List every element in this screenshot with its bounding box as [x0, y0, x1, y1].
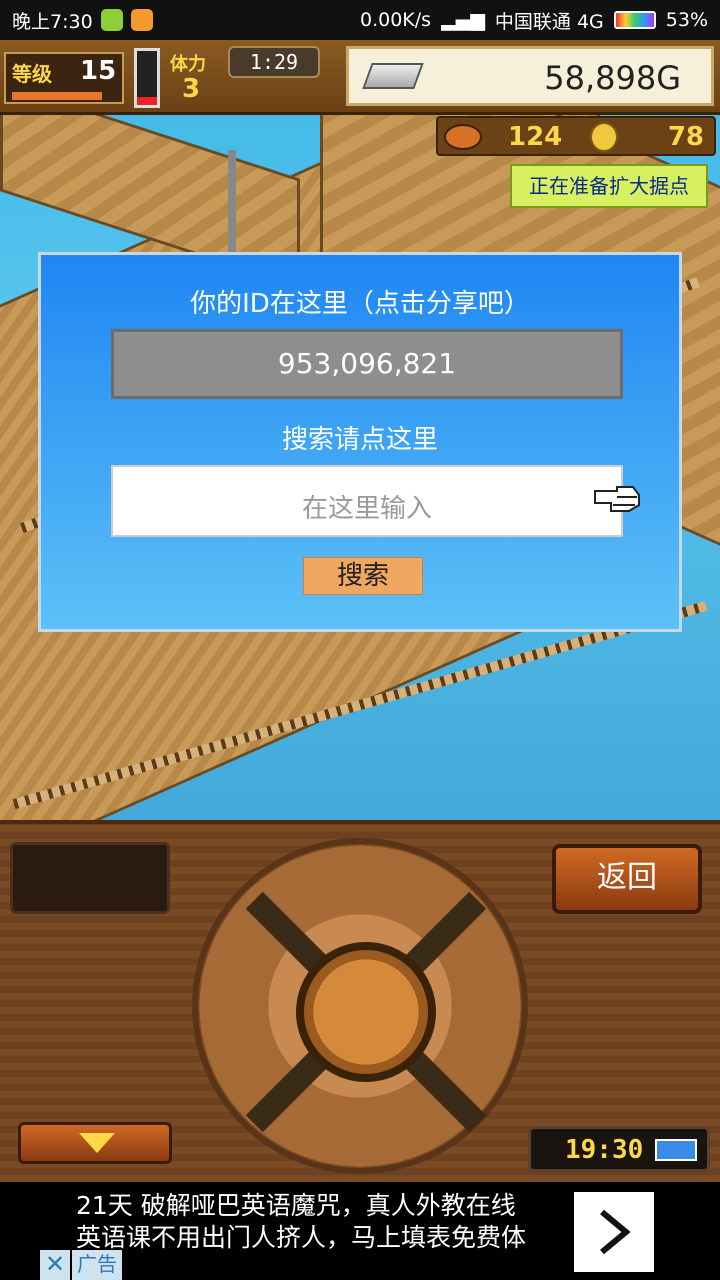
stamina-label: 体力 [170, 54, 206, 75]
carrier-label: 中国联通 4G [494, 10, 604, 33]
search-hint: 搜索请点这里 [281, 425, 438, 455]
status-time: 晚上7:30 [12, 10, 93, 33]
battery-icon [655, 1139, 697, 1161]
top-hud: 等级 15 体力 3 1:29 58,898G [0, 40, 720, 115]
level-panel: 等级 15 [4, 52, 124, 104]
search-input[interactable] [111, 465, 623, 537]
chat-notification-icon [130, 9, 153, 31]
network-speed: 0.00K/s [359, 9, 432, 31]
menu-down-button[interactable] [18, 1122, 172, 1164]
stamina-gauge [134, 48, 160, 108]
level-value: 15 [80, 56, 117, 86]
ad-tag-label: 广告 [72, 1250, 122, 1280]
level-label: 等级 [12, 62, 52, 86]
empty-slot [10, 842, 170, 914]
stamina-timer: 1:29 [228, 46, 320, 78]
game-clock: 19:30 [528, 1126, 710, 1172]
chevron-right-icon [600, 1209, 631, 1255]
experience-bar [12, 92, 102, 100]
ad-open-button[interactable] [574, 1192, 654, 1272]
resource-bar: 124 78 [436, 116, 716, 156]
medal-icon [590, 122, 618, 152]
stamina-value: 3 [182, 74, 201, 104]
status-bar: 晚上7:30 0.00K/s ▂▄▆ 中国联通 4G 53% [0, 0, 720, 40]
app-notification-icon [100, 9, 123, 31]
ad-banner[interactable]: 21天 破解哑巴英语魔咒，真人外教在线 英语课不用出门人挤人，马上填表免费体 ✕… [0, 1182, 720, 1280]
search-button[interactable]: 搜索 [303, 557, 423, 595]
arrow-down-icon [79, 1133, 115, 1153]
control-panel: 返回 19:30 [0, 820, 720, 1182]
resource-b-value: 78 [667, 122, 704, 152]
dpad-center-button[interactable] [296, 942, 436, 1082]
money-panel: 58,898G [346, 46, 714, 106]
battery-icon [613, 11, 656, 29]
ad-close-button[interactable]: ✕ [40, 1250, 70, 1280]
pointing-hand-icon [594, 486, 640, 512]
signal-icon: ▂▄▆ [441, 9, 485, 31]
share-id-dialog: 你的ID在这里（点击分享吧） 953,096,821 搜索请点这里 搜索 [38, 252, 682, 632]
clock-time: 19:30 [565, 1135, 644, 1165]
battery-percent: 53% [665, 9, 708, 31]
player-id-field[interactable]: 953,096,821 [111, 329, 623, 399]
back-button[interactable]: 返回 [552, 844, 702, 914]
expand-base-banner[interactable]: 正在准备扩大据点 [510, 164, 708, 208]
bread-icon [444, 124, 482, 150]
stamina-fill [137, 96, 157, 105]
ad-text-line2: 英语课不用出门人挤人，马上填表免费体 [76, 1223, 527, 1252]
directional-pad[interactable] [192, 838, 528, 1174]
ad-text-line1: 21天 破解哑巴英语魔咒，真人外教在线 [76, 1191, 516, 1220]
money-value: 58,898G [544, 59, 681, 97]
silver-bar-icon [362, 63, 424, 89]
dialog-title: 你的ID在这里（点击分享吧） [190, 289, 530, 319]
resource-a-value: 124 [508, 122, 563, 152]
